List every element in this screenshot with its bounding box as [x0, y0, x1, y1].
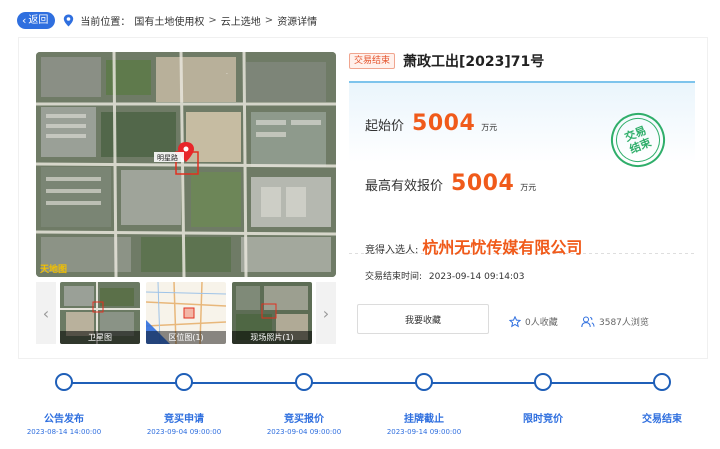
winner-name: 杭州无忧传媒有限公司	[422, 238, 583, 257]
end-time-row: 交易结束时间: 2023-09-14 09:14:03	[365, 269, 525, 282]
map-watermark: 天地图	[40, 263, 67, 275]
back-button[interactable]: ‹ 返回	[17, 11, 56, 29]
timeline-step-label: 交易结束	[642, 414, 682, 425]
map-label-road: 明星路	[157, 153, 178, 162]
favorites-text: 0人收藏	[525, 318, 558, 328]
timeline-step-label: 限时竞价	[523, 414, 563, 425]
favorite-button[interactable]: 我要收藏	[357, 304, 489, 334]
timeline-step-date: 2023-08-14 14:00:00	[26, 428, 102, 436]
prev-image-button[interactable]: ‹	[36, 282, 56, 344]
timeline-step: 公告发布 2023-08-14 14:00:00	[4, 373, 124, 436]
progress-timeline: 公告发布 2023-08-14 14:00:00 竞买申请 2023-09-04…	[18, 360, 708, 444]
favorites-count[interactable]: 0人收藏	[509, 315, 558, 328]
next-image-button[interactable]: ›	[316, 282, 336, 344]
timeline-step-date: 2023-09-04 09:00:00	[146, 428, 222, 436]
image-gallery: 明星路 · 天地图 ‹ 卫星图 区位图(1) 现场照片(1) ›	[36, 52, 336, 345]
lot-title: 萧政工出[2023]71号	[403, 54, 545, 70]
thumbnail-satellite[interactable]: 卫星图	[60, 282, 140, 344]
breadcrumb-item-land-rights[interactable]: 国有土地使用权	[134, 13, 204, 28]
svg-text:·: ·	[226, 71, 228, 78]
winner-label: 竞得入选人:	[365, 245, 419, 256]
views-count: 3587人浏览	[581, 315, 649, 328]
thumbnail-location[interactable]: 区位图(1)	[146, 282, 226, 344]
location-pin-icon	[64, 14, 74, 26]
chevron-left-icon: ‹	[42, 303, 50, 323]
satellite-map[interactable]: 明星路 · 天地图	[36, 52, 336, 277]
breadcrumb-bar: ‹ 返回 当前位置： 国有土地使用权 > 云上选地 > 资源详情	[0, 0, 720, 40]
users-icon	[581, 316, 595, 327]
timeline-step: 挂牌截止 2023-09-14 09:00:00	[364, 373, 484, 436]
views-text: 3587人浏览	[599, 318, 649, 328]
starting-price-row: 起始价 5004 万元	[365, 111, 497, 136]
timeline-step-label: 挂牌截止	[404, 414, 444, 425]
timeline-dot	[295, 373, 313, 391]
chevron-right-icon: ›	[322, 303, 330, 323]
winner-row: 竞得入选人: 杭州无忧传媒有限公司	[365, 234, 582, 258]
star-icon	[509, 315, 521, 327]
timeline-step-label: 竞买报价	[284, 414, 324, 425]
timeline-dot	[55, 373, 73, 391]
timeline-dot	[175, 373, 193, 391]
starting-price-label: 起始价	[365, 119, 405, 134]
chevron-left-icon: ‹	[22, 13, 27, 27]
timeline-step: 竞买申请 2023-09-04 09:00:00	[124, 373, 244, 436]
timeline-step: 限时竞价	[483, 373, 603, 428]
highest-bid-row: 最高有效报价 5004 万元	[365, 171, 536, 196]
timeline-step-label: 公告发布	[44, 414, 84, 425]
back-button-label: 返回	[28, 14, 49, 26]
breadcrumb-prefix: 当前位置：	[80, 16, 131, 28]
timeline-dot	[534, 373, 552, 391]
thumbnail-caption: 区位图(1)	[146, 331, 226, 344]
timeline-step: 竞买报价 2023-09-04 09:00:00	[244, 373, 364, 436]
breadcrumb-separator: >	[208, 14, 217, 26]
end-time-label: 交易结束时间:	[365, 272, 423, 282]
highest-bid-unit: 万元	[520, 183, 537, 192]
breadcrumb-separator: >	[264, 14, 274, 26]
lot-info-panel: 交易结束 萧政工出[2023]71号 起始价 5004 万元 最高有效报价 50…	[349, 47, 695, 334]
highest-bid-value: 5004	[451, 171, 515, 196]
timeline-step-date: 2023-09-14 09:00:00	[386, 428, 462, 436]
status-badge: 交易结束	[349, 53, 396, 69]
timeline-step-date: 2023-09-04 09:00:00	[266, 428, 342, 436]
timeline-step: 交易结束	[602, 373, 720, 428]
thumbnail-caption: 卫星图	[60, 331, 140, 344]
breadcrumb-item-cloud-select[interactable]: 云上选地	[221, 13, 261, 28]
timeline-dot	[653, 373, 671, 391]
highest-bid-label: 最高有效报价	[365, 179, 444, 194]
thumbnail-caption: 现场照片(1)	[232, 331, 312, 344]
starting-price-value: 5004	[412, 111, 476, 136]
timeline-step-label: 竞买申请	[164, 414, 204, 425]
timeline-dot	[415, 373, 433, 391]
thumbnail-site-photo[interactable]: 现场照片(1)	[232, 282, 312, 344]
end-time-value: 2023-09-14 09:14:03	[428, 272, 525, 282]
breadcrumb: 当前位置： 国有土地使用权 > 云上选地 > 资源详情	[80, 13, 317, 28]
breadcrumb-item-detail: 资源详情	[277, 16, 318, 28]
starting-price-unit: 万元	[481, 123, 498, 132]
title-row: 交易结束 萧政工出[2023]71号	[349, 47, 695, 75]
thumbnail-strip: ‹ 卫星图 区位图(1) 现场照片(1) ›	[36, 282, 336, 344]
